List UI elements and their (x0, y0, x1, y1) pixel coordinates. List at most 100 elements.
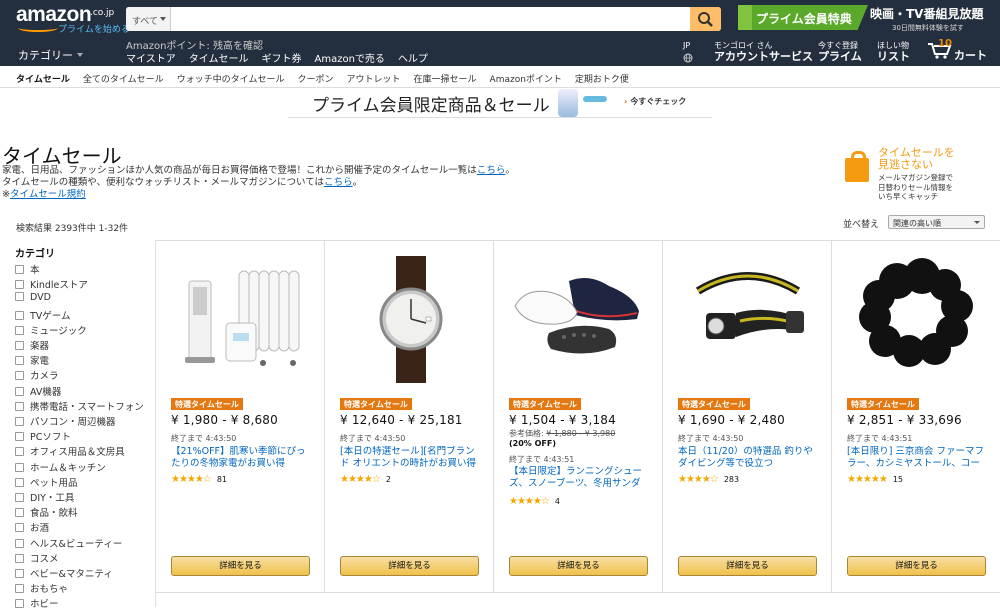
language-selector[interactable]: JP (683, 40, 693, 63)
prime-start-link[interactable]: プライムを始める (58, 22, 130, 35)
subnav-mystore[interactable]: マイストア (126, 54, 176, 65)
search-input[interactable] (172, 7, 687, 31)
sidebar-category-item[interactable]: ペット用品 (15, 475, 78, 489)
sidebar-category-item[interactable]: DVD (15, 292, 51, 303)
checkbox[interactable] (15, 523, 24, 533)
product-image[interactable] (847, 251, 986, 386)
prime-benefits-promo[interactable]: プライム会員特典 (738, 5, 868, 30)
star-rating[interactable]: ★★★★☆ 4 (509, 496, 560, 507)
checkbox[interactable] (15, 599, 24, 609)
checkbox[interactable] (15, 417, 24, 426)
search-category-dropdown[interactable]: すべて (126, 7, 171, 31)
checkbox[interactable] (15, 462, 24, 472)
sidebar-category-item[interactable]: オフィス用品＆文房具 (15, 444, 125, 458)
search-button[interactable] (690, 7, 721, 31)
amazon-logo[interactable]: amazon .co.jp プライムを始める (16, 4, 130, 36)
product-title-link[interactable]: 本日（11/20）の特選品 釣りやダイビング等で役立つ GENTOS… (678, 446, 818, 470)
checkbox[interactable] (15, 341, 24, 350)
subnav-timesale[interactable]: タイムセール (189, 54, 249, 65)
sidebar-category-item[interactable]: DIY・工具 (15, 490, 74, 504)
sidebar-category-item[interactable]: 家電 (15, 353, 49, 367)
sidebar-category-item[interactable]: カメラ (15, 368, 59, 382)
checkbox[interactable] (15, 569, 24, 578)
view-details-button[interactable]: 詳細を見る (678, 556, 817, 576)
checkbox[interactable] (15, 310, 24, 320)
watchlist-info-link[interactable]: こちら (324, 177, 353, 188)
category-menu-button[interactable]: カテゴリー (18, 47, 83, 63)
checkbox[interactable] (15, 386, 24, 396)
subnav-help[interactable]: ヘルプ (398, 54, 428, 65)
star-rating[interactable]: ★★★★★ 15 (847, 474, 903, 485)
sidebar-category-item[interactable]: TVゲーム (15, 308, 71, 322)
sort-dropdown[interactable]: 関連の高い順 (888, 215, 985, 229)
sidebar-category-item[interactable]: ホビー (15, 596, 59, 610)
checkbox[interactable] (15, 280, 24, 290)
menu-coupons[interactable]: クーポン (297, 75, 333, 85)
sidebar-category-item[interactable]: ベビー&マタニティ (15, 566, 113, 580)
checkbox[interactable] (15, 325, 24, 335)
menu-outlet[interactable]: アウトレット (347, 75, 401, 85)
menu-subscribe-save[interactable]: 定期おトク便 (575, 75, 629, 85)
sidebar-category-item[interactable]: ミュージック (15, 323, 87, 337)
checkbox[interactable] (15, 493, 24, 502)
sidebar-category-item[interactable]: 食品・飲料 (15, 505, 78, 519)
checkbox[interactable] (15, 553, 24, 563)
sidebar-category-item[interactable]: お酒 (15, 520, 49, 534)
product-title-link[interactable]: 【本日限定】ランニングシューズ、スノーブーツ、冬用サンダルなど… (509, 466, 649, 490)
checkbox[interactable] (15, 538, 24, 548)
product-title-link[interactable]: [本日の特選セール][名門ブランド オリエントの時計がお買い得品と… (340, 446, 480, 470)
subnav-giftcard[interactable]: ギフト券 (262, 54, 302, 65)
prime-exclusive-banner[interactable]: プライム会員限定商品＆セール 今すぐチェック (288, 88, 712, 118)
sidebar-category-item[interactable]: パソコン・周辺機器 (15, 414, 116, 428)
checkbox[interactable] (15, 356, 24, 366)
account-menu[interactable]: モンゴロイ さん アカウントサービス (714, 40, 813, 62)
checkbox[interactable] (15, 432, 24, 442)
menu-all-deals[interactable]: 全てのタイムセール (83, 75, 164, 85)
view-details-button[interactable]: 詳細を見る (340, 556, 479, 576)
menu-clearance[interactable]: 在庫一掃セール (414, 75, 477, 85)
view-details-button[interactable]: 詳細を見る (509, 556, 648, 576)
subnav-sell[interactable]: Amazonで売る (315, 54, 385, 65)
product-title-link[interactable]: [本日限り] 三京商会 ファーマフラー、カシミヤストール、コートな… (847, 446, 987, 470)
product-image[interactable] (509, 251, 648, 386)
product-title-link[interactable]: 【21%OFF】肌寒い季節にぴったりの冬物家電がお買い得 (171, 446, 311, 470)
checkbox[interactable] (15, 292, 24, 302)
sidebar-category-item[interactable]: おもちゃ (15, 581, 68, 595)
prime-video-promo[interactable]: 映画・TV番組見放題 30日間無料体験を試す (866, 5, 983, 33)
banner-cta-link[interactable]: 今すぐチェック (624, 96, 686, 107)
sidebar-category-item[interactable]: 携帯電話・スマートフォン (15, 399, 144, 413)
sidebar-category-item[interactable]: AV機器 (15, 384, 61, 398)
star-rating[interactable]: ★★★★☆ 81 (171, 474, 227, 485)
sidebar-category-item[interactable]: ホーム＆キッチン (15, 460, 106, 474)
checkbox[interactable] (15, 401, 24, 411)
view-details-button[interactable]: 詳細を見る (171, 556, 310, 576)
checkbox[interactable] (15, 477, 24, 487)
menu-timesale[interactable]: タイムセール (16, 75, 70, 85)
checkbox[interactable] (15, 508, 24, 518)
product-image[interactable] (171, 251, 310, 386)
timesale-rules-link[interactable]: タイムセール規約 (10, 189, 86, 200)
sidebar-category-item[interactable]: 楽器 (15, 338, 49, 352)
menu-points[interactable]: Amazonポイント (490, 75, 562, 85)
prime-menu[interactable]: 今すぐ登録 プライム (818, 40, 862, 62)
sidebar-category-item[interactable]: 本 (15, 262, 40, 276)
checkbox[interactable] (15, 584, 24, 594)
newsletter-promo[interactable]: タイムセールを 見逃さない メールマガジン登録で 日替わりセール情報を いち早くキャッ… (844, 147, 1000, 207)
sidebar-category-item[interactable]: ヘルス&ビューティー (15, 536, 122, 550)
header-promo[interactable]: プライム会員特典 映画・TV番組見放題 30日間無料体験を試す (738, 5, 1000, 33)
upcoming-deals-link[interactable]: こちら (477, 165, 506, 176)
sidebar-category-item[interactable]: PCソフト (15, 429, 71, 443)
menu-watched-deals[interactable]: ウォッチ中のタイムセール (177, 75, 285, 85)
sidebar-category-item[interactable]: Kindleストア (15, 277, 88, 291)
checkbox[interactable] (15, 447, 24, 457)
star-rating[interactable]: ★★★★☆ 2 (340, 474, 391, 485)
wishlist-menu[interactable]: ほしい物 リスト (877, 40, 910, 62)
cart-button[interactable]: 10 カート (927, 38, 987, 62)
star-rating[interactable]: ★★★★☆ 283 (678, 474, 739, 485)
view-details-button[interactable]: 詳細を見る (847, 556, 986, 576)
checkbox[interactable] (15, 265, 24, 274)
product-image[interactable] (678, 251, 817, 386)
checkbox[interactable] (15, 371, 24, 381)
product-image[interactable] (340, 251, 479, 386)
sidebar-category-item[interactable]: コスメ (15, 551, 59, 565)
